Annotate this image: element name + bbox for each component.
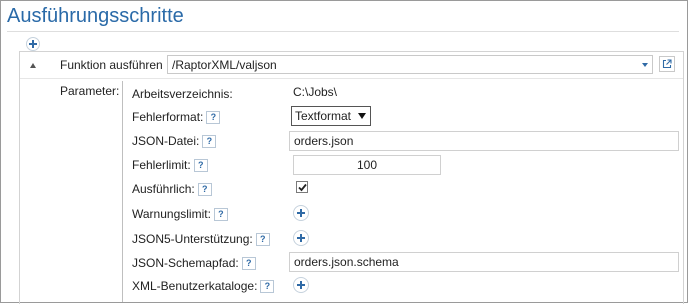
- xml-catalogs-help-button[interactable]: ?: [260, 280, 275, 294]
- execution-steps-panel: Ausführungsschritte Funktion ausführen /…: [0, 0, 688, 304]
- json-file-label-text: JSON-Datei:: [132, 134, 200, 148]
- warning-limit-label: Warnungslimit:?: [132, 207, 228, 222]
- json5-support-label-text: JSON5-Unterstützung:: [132, 232, 253, 246]
- plus-icon: [297, 209, 305, 217]
- verbose-label-text: Ausführlich:: [132, 182, 195, 196]
- collapse-step-icon[interactable]: [30, 63, 36, 68]
- error-limit-label-text: Fehlerlimit:: [132, 158, 191, 172]
- chevron-down-icon: [642, 63, 648, 67]
- error-limit-input[interactable]: 100: [293, 155, 441, 175]
- plus-icon: [297, 234, 305, 242]
- error-format-label-text: Fehlerformat:: [132, 110, 204, 124]
- schema-path-help-button[interactable]: ?: [241, 257, 256, 271]
- error-format-label: Fehlerformat:?: [132, 110, 221, 125]
- json5-support-label: JSON5-Unterstützung:?: [132, 232, 270, 247]
- triangle-down-icon: [358, 113, 366, 119]
- open-function-button[interactable]: [659, 56, 675, 72]
- function-divider: [20, 78, 683, 79]
- error-format-value: Textformat: [295, 109, 352, 123]
- title-divider: [7, 31, 679, 32]
- function-value: /RaptorXML/valjson: [172, 58, 277, 72]
- warning-limit-help-button[interactable]: ?: [213, 208, 228, 222]
- json5-support-help-button[interactable]: ?: [255, 233, 270, 247]
- error-format-help-button[interactable]: ?: [206, 111, 221, 125]
- json-file-help-button[interactable]: ?: [202, 135, 217, 149]
- xml-catalogs-label-text: XML-Benutzerkataloge:: [132, 279, 258, 293]
- plus-icon: [297, 281, 305, 289]
- working-dir-input[interactable]: C:\Jobs\: [289, 83, 669, 103]
- function-label: Funktion ausführen: [60, 58, 163, 72]
- add-warning-limit-button[interactable]: [293, 205, 309, 221]
- json-file-label: JSON-Datei:?: [132, 134, 217, 149]
- schema-path-label: JSON-Schemapfad:?: [132, 256, 256, 271]
- error-format-select[interactable]: Textformat: [291, 106, 371, 126]
- verbose-help-button[interactable]: ?: [197, 183, 212, 197]
- add-json5-support-button[interactable]: [293, 230, 309, 246]
- working-dir-label: Arbeitsverzeichnis:: [132, 87, 233, 101]
- xml-catalogs-label: XML-Benutzerkataloge:?: [132, 279, 275, 294]
- parameters-divider: [122, 81, 123, 302]
- add-step-button[interactable]: [26, 37, 40, 51]
- plus-icon: [29, 40, 37, 48]
- error-limit-label: Fehlerlimit:?: [132, 158, 208, 173]
- verbose-label: Ausführlich:?: [132, 182, 212, 197]
- external-link-icon: [662, 59, 672, 69]
- parameters-label: Parameter:: [60, 84, 120, 98]
- error-limit-help-button[interactable]: ?: [193, 159, 208, 173]
- function-select[interactable]: /RaptorXML/valjson: [167, 55, 653, 74]
- json-file-input[interactable]: orders.json: [289, 131, 679, 151]
- schema-path-input[interactable]: orders.json.schema: [289, 252, 679, 272]
- page-title: Ausführungsschritte: [7, 5, 184, 27]
- working-dir-label-text: Arbeitsverzeichnis:: [132, 87, 233, 101]
- warning-limit-label-text: Warnungslimit:: [132, 207, 211, 221]
- add-xml-catalog-button[interactable]: [293, 277, 309, 293]
- checkmark-icon: [297, 183, 307, 191]
- schema-path-label-text: JSON-Schemapfad:: [132, 256, 239, 270]
- verbose-checkbox[interactable]: [296, 181, 308, 193]
